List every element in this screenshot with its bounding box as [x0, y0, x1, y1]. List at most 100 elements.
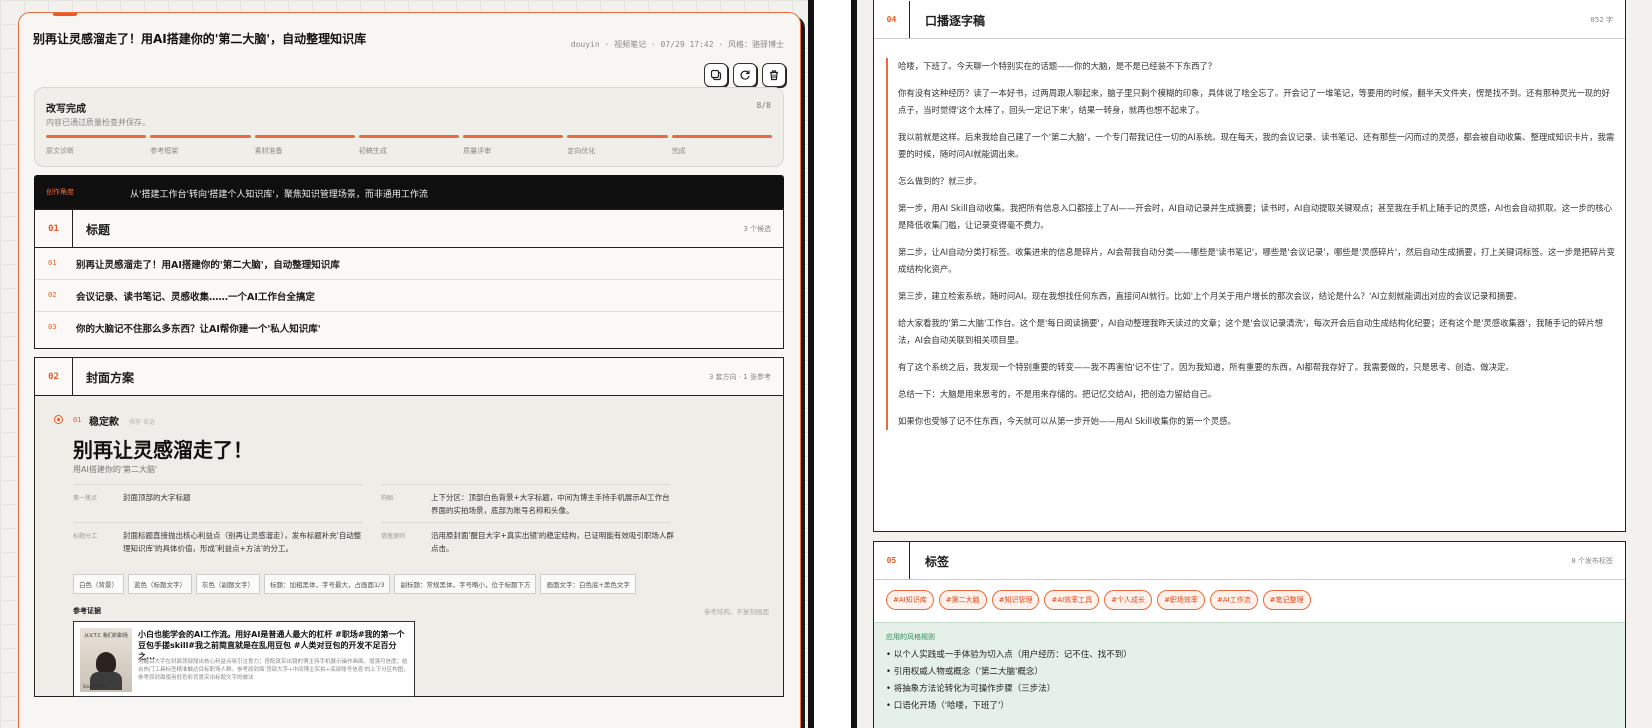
cover-subtitle: 用AI搭建你的'第二大脑'	[73, 465, 158, 474]
progress-step: 质量评审	[463, 135, 564, 156]
tags-section-header: 05 标签 8 个发布标签	[874, 542, 1625, 580]
progress-steps: 原文诊断 参考框架 素材准备 初稿生成 质量评审 定向优化 完成	[46, 135, 772, 156]
progress-step: 完成	[671, 135, 772, 156]
style-rule-item: • 以个人实践或一手体验为切入点（用户经历：记不住、找不到）	[886, 650, 1132, 660]
hashtag-chip[interactable]: #AI知识库	[886, 590, 934, 610]
script-paragraph: 给大家看我的'第二大脑'工作台。这个是'每日阅读摘要'，AI自动整理我昨天读过的…	[898, 318, 1603, 345]
title-option-text: 别再让灵感溜走了！用AI搭建你的'第二大脑'，自动整理知识库	[76, 260, 340, 271]
page-title: 别再让灵感溜走了！用AI搭建你的'第二大脑'，自动整理知识库	[33, 32, 367, 46]
hashtag-chip[interactable]: #AI效率工具	[1044, 590, 1100, 610]
script-paragraph: 怎么做到的？就三步。	[898, 176, 982, 186]
hashtag-chip[interactable]: #第二大脑	[938, 590, 987, 610]
titles-section-header: 01 标题 3 个候选	[35, 210, 783, 248]
style-rule-item: • 口语化开场（'哈喽，下班了'）	[886, 701, 1009, 711]
hashtag-chip[interactable]: #个人成长	[1104, 590, 1153, 610]
style-rules-heading: 应用的风格规则	[886, 633, 935, 641]
reference-description: 用醒目大字在封面顶部抛出核心利益点吸引注意力；搭配真实出镜的博主持手机展示操作画…	[138, 659, 409, 681]
hashtag-chip[interactable]: #AI工作流	[1209, 590, 1258, 610]
script-paragraph: 有了这个系统之后，我发现一个特别重要的转变——我不再害怕'记不住'了。因为我知道…	[898, 362, 1514, 372]
creation-angle-label: 创作角度	[46, 188, 74, 196]
right-panel: 04 口播逐字稿 852 字 哈喽，下班了。今天聊一个特别实在的话题——你的大脑…	[863, 0, 1626, 728]
cover-style-chips: 白色（背景） 蓝色（标题文字） 灰色（副题文字） 标题：加粗黑体，字号最大，占画…	[73, 574, 636, 594]
script-paragraph: 哈喽，下班了。今天聊一个特别实在的话题——你的大脑，是不是已经装不下东西了？	[898, 61, 1217, 71]
style-chip: 标题：加粗黑体，字号最大，占画面1/3	[264, 574, 391, 594]
script-body: 哈喽，下班了。今天聊一个特别实在的话题——你的大脑，是不是已经装不下东西了？ 你…	[886, 58, 1616, 430]
script-paragraph: 你有没有这种经历？读了一本好书，过两周跟人聊起来，脑子里只剩个模糊的印象，具体说…	[898, 88, 1610, 115]
progress-step: 参考框架	[150, 135, 251, 156]
style-rule-item: • 引用权威人物或概念（'第二大脑'概念）	[886, 667, 1043, 677]
title-option-text: 你的大脑记不住那么多东西？让AI帮你建一个'私人知识库'	[76, 324, 321, 335]
reference-card[interactable]: 从V.T.C 我们的职场 Sina职场博士 小白也能学会的AI工作流。用好AI是…	[73, 621, 415, 697]
section-title: 封面方案	[86, 371, 135, 385]
section-title: 标签	[925, 555, 950, 569]
hashtag-chip[interactable]: #职场效率	[1157, 590, 1205, 610]
section-title: 标题	[86, 223, 111, 237]
script-paragraph: 我以前就是这样。后来我给自己建了一个'第二大脑'，一个专门帮我记住一切的AI系统…	[898, 132, 1615, 159]
title-option[interactable]: 01 别再让灵感溜走了！用AI搭建你的'第二大脑'，自动整理知识库	[35, 248, 783, 280]
title-option[interactable]: 02 会议记录、读书笔记、灵感收集……一个AI工作台全搞定	[35, 280, 783, 312]
cover-kv-composition: 构图 上下分区：顶部白色背景+大字标题，中间为博主手持手机展示AI工作台界面的实…	[381, 484, 671, 520]
cover-section-header: 02 封面方案 3 套方向 · 1 张参考	[35, 358, 783, 396]
titles-section: 01 标题 3 个候选 01 别再让灵感溜走了！用AI搭建你的'第二大脑'，自动…	[34, 209, 784, 349]
page-meta: douyin · 视频笔记 · 07/29 17:42 · 风格：骆驿博士	[570, 40, 784, 49]
section-meta: 3 套方向 · 1 张参考	[708, 373, 771, 381]
progress-step: 定向优化	[567, 135, 668, 156]
hashtag-chip[interactable]: #笔记整理	[1262, 590, 1311, 610]
style-rules-list: • 以个人实践或一手体验为切入点（用户经历：记不住、找不到） • 引用权威人物或…	[886, 647, 1132, 715]
script-paragraph: 第三步，建立检索系统，随时问AI。现在我想找任何东西，直接问AI就行。比如'上个…	[898, 291, 1522, 301]
cover-section: 02 封面方案 3 套方向 · 1 张参考 01 稳定款 推荐·首选 别再让灵感…	[34, 357, 784, 697]
section-number: 05	[874, 542, 910, 579]
cover-kv-title-division: 标题分工 封面标题直接抛出核心利益点（别再让灵感溜走），发布标题补充'自动整理知…	[73, 522, 363, 562]
left-divider-bar	[808, 0, 814, 728]
title-option-number: 02	[48, 291, 57, 299]
section-number: 02	[35, 358, 73, 395]
progress-count: 8/8	[756, 101, 771, 110]
refresh-icon[interactable]	[733, 63, 757, 87]
cover-option-card: 01 稳定款 推荐·首选 别再让灵感溜走了！ 用AI搭建你的'第二大脑' 第一焦…	[35, 396, 783, 697]
tag-list: #AI知识库 #第二大脑 #知识管理 #AI效率工具 #个人成长 #职场效率 #…	[886, 590, 1311, 610]
progress-step: 原文诊断	[46, 135, 147, 156]
script-paragraph: 第二步，让AI自动分类打标签。收集进来的信息是碎片，AI会帮我自动分类——哪些是…	[898, 247, 1615, 274]
style-chip: 灰色（副题文字）	[196, 574, 260, 594]
cover-option-name: 稳定款	[89, 417, 119, 428]
style-rule-item: • 将抽象方法论转化为可操作步骤（三步法）	[886, 684, 1056, 694]
tags-section: 05 标签 8 个发布标签 #AI知识库 #第二大脑 #知识管理 #AI效率工具…	[873, 541, 1626, 728]
title-option-text: 会议记录、读书笔记、灵感收集……一个AI工作台全搞定	[76, 292, 315, 303]
cover-option-tag: 推荐·首选	[129, 419, 155, 426]
title-option[interactable]: 03 你的大脑记不住那么多东西？让AI帮你建一个'私人知识库'	[35, 312, 783, 344]
script-paragraph: 总结一下：大脑是用来思考的，不是用来存储的。把记忆交给AI，把创造力留给自己。	[898, 389, 1217, 399]
script-paragraph: 如果你也受够了记不住东西，今天就可以从第一步开始——用AI Skill收集你的第…	[898, 416, 1236, 426]
panel-tab-indicator	[53, 13, 77, 16]
title-option-number: 01	[48, 259, 57, 267]
section-meta: 852 字	[1590, 16, 1613, 24]
cover-kv-focus: 第一焦点 封面顶部的大字标题	[73, 484, 363, 520]
cover-option-number: 01	[73, 416, 82, 424]
style-chip: 画面文字：白色底+黑色文字	[540, 574, 636, 594]
action-toolbar	[704, 63, 786, 87]
section-number: 01	[35, 210, 73, 247]
section-number: 04	[874, 1, 910, 38]
style-chip: 蓝色（标题文字）	[128, 574, 192, 594]
style-chip: 白色（背景）	[73, 574, 124, 594]
section-meta: 3 个候选	[743, 225, 771, 233]
script-section-header: 04 口播逐字稿 852 字	[874, 1, 1625, 39]
script-paragraph: 第一步，用AI Skill自动收集。我把所有信息入口都接上了AI——开会时，AI…	[898, 203, 1613, 230]
progress-card: 改写完成 内容已通过质量检查并保存。 8/8 原文诊断 参考框架 素材准备 初稿…	[34, 87, 784, 167]
title-option-number: 03	[48, 323, 57, 331]
reference-note: 参考结构，不复刻画面	[704, 608, 769, 616]
copy-icon[interactable]	[704, 63, 728, 87]
script-section: 04 口播逐字稿 852 字 哈喽，下班了。今天聊一个特别实在的话题——你的大脑…	[873, 0, 1626, 532]
progress-step: 初稿生成	[358, 135, 460, 156]
cover-option-radio[interactable]	[54, 415, 63, 424]
rewrite-result-panel: 别再让灵感溜走了！用AI搭建你的'第二大脑'，自动整理知识库 douyin · …	[18, 12, 801, 728]
progress-subtext: 内容已通过质量检查并保存。	[46, 118, 150, 127]
trash-icon[interactable]	[762, 63, 786, 87]
reference-heading: 参考证据	[73, 607, 101, 615]
hashtag-chip[interactable]: #知识管理	[991, 590, 1040, 610]
right-divider-bar	[851, 0, 857, 728]
progress-step: 素材准备	[254, 135, 355, 156]
creation-angle-bar: 创作角度 从'搭建工作台'转向'搭建个人知识库'，聚焦知识管理场景，而非通用工作…	[34, 175, 784, 211]
creation-angle-text: 从'搭建工作台'转向'搭建个人知识库'，聚焦知识管理场景，而非通用工作流	[130, 190, 428, 200]
progress-heading: 改写完成	[46, 104, 86, 115]
section-title: 口播逐字稿	[925, 14, 986, 28]
